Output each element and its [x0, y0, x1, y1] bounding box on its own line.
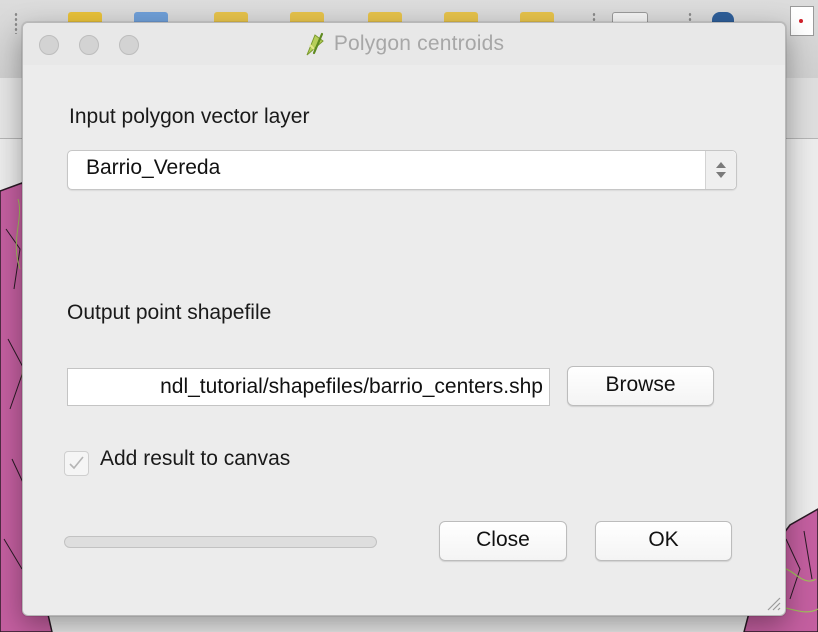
up-down-arrows-icon[interactable]	[705, 151, 736, 189]
polygon-centroids-dialog: Polygon centroids Input polygon vector l…	[22, 22, 786, 616]
input-layer-combobox[interactable]: Barrio_Vereda	[67, 150, 737, 190]
output-path-value: ndl_tutorial/shapefiles/barrio_centers.s…	[160, 375, 543, 398]
qgis-processing-icon	[306, 32, 324, 56]
output-path-input[interactable]: ndl_tutorial/shapefiles/barrio_centers.s…	[67, 368, 550, 406]
input-layer-label: Input polygon vector layer	[69, 105, 310, 128]
ok-button[interactable]: OK	[595, 521, 732, 561]
output-shapefile-label: Output point shapefile	[67, 301, 272, 324]
input-layer-value: Barrio_Vereda	[86, 156, 221, 179]
browse-button[interactable]: Browse	[567, 366, 714, 406]
close-button[interactable]: Close	[439, 521, 567, 561]
resize-grip-icon[interactable]	[763, 593, 781, 611]
toolbar-grip[interactable]	[14, 12, 18, 34]
progress-bar	[64, 536, 377, 548]
toolbar-strip-side	[781, 78, 818, 138]
add-to-canvas-checkbox[interactable]	[64, 451, 89, 476]
add-to-canvas-label: Add result to canvas	[100, 447, 291, 470]
document-icon[interactable]	[790, 6, 814, 36]
dialog-titlebar[interactable]: Polygon centroids	[23, 23, 785, 65]
checkmark-icon	[69, 456, 84, 470]
dialog-title: Polygon centroids	[333, 32, 505, 55]
